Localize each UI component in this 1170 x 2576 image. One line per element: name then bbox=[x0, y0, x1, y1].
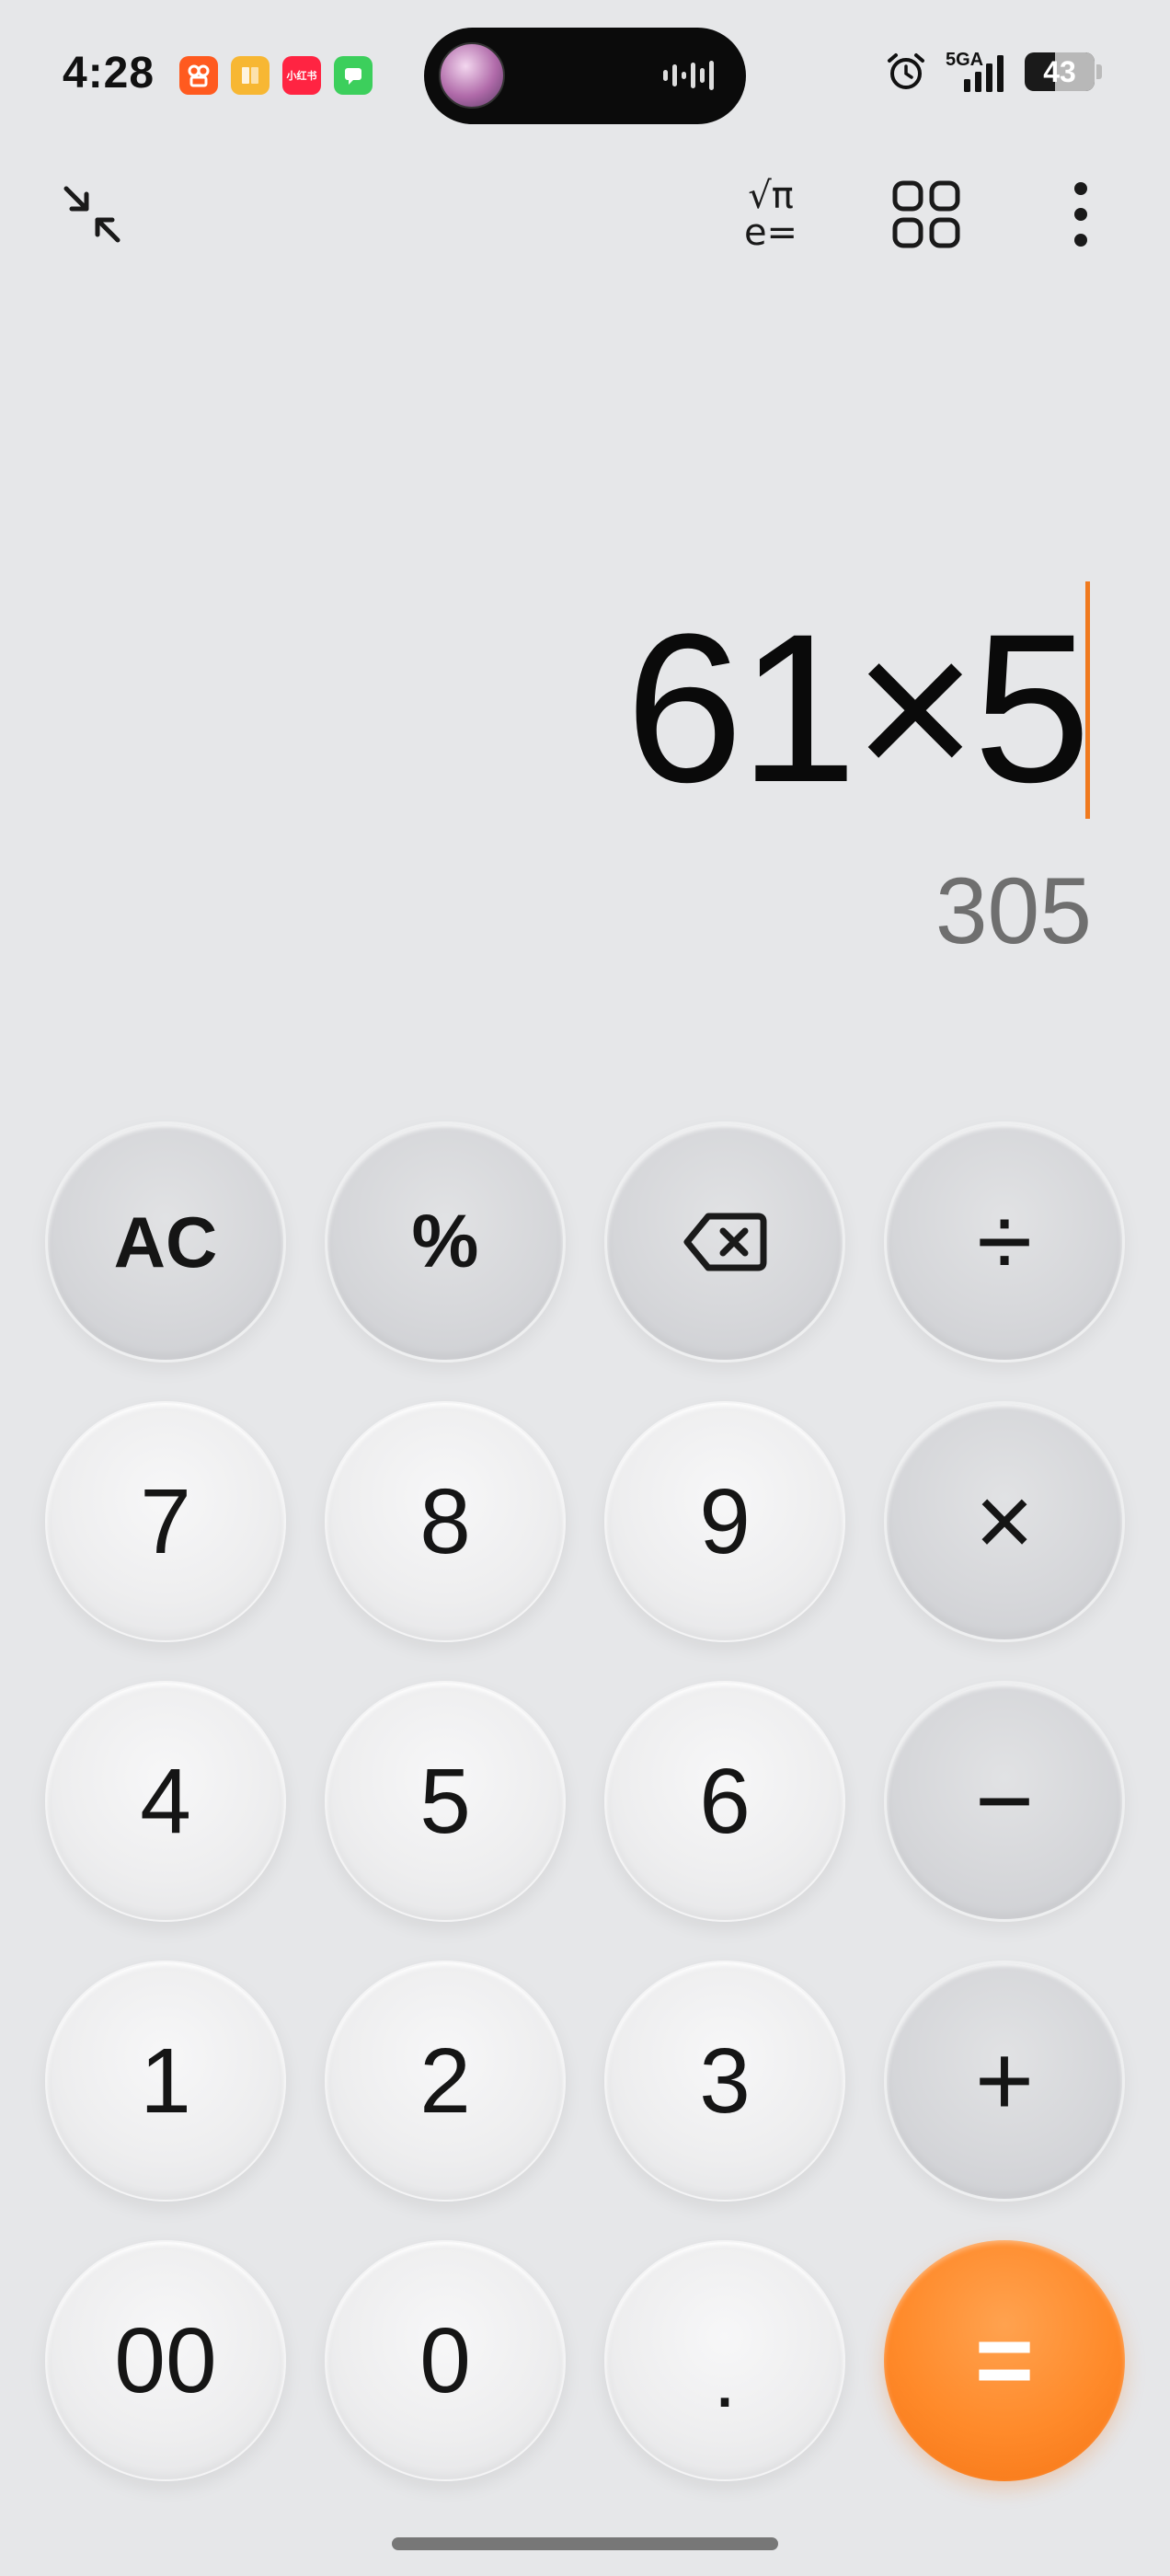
backspace-icon bbox=[683, 1213, 767, 1271]
backspace-button[interactable] bbox=[604, 1121, 845, 1363]
battery-indicator: 43 bbox=[1025, 52, 1095, 91]
app-notification-icon-1 bbox=[179, 56, 218, 95]
digit-7-button[interactable]: 7 bbox=[45, 1401, 286, 1642]
app-notification-icon-3: 小红书 bbox=[282, 56, 321, 95]
app-notification-icon-4 bbox=[334, 56, 373, 95]
keypad: AC % ÷ 7 8 9 × 4 5 6 − 1 2 3 + 00 0 . = bbox=[45, 1121, 1125, 2481]
digit-8-label: 8 bbox=[419, 1470, 471, 1573]
digit-6-button[interactable]: 6 bbox=[604, 1681, 845, 1922]
app-notification-label: 小红书 bbox=[286, 70, 317, 82]
scientific-glyph-bottom: e= bbox=[743, 211, 798, 254]
decimal-button[interactable]: . bbox=[604, 2240, 845, 2481]
more-options-button[interactable] bbox=[1030, 166, 1131, 262]
multiply-label: × bbox=[974, 1465, 1035, 1578]
divide-button[interactable]: ÷ bbox=[884, 1121, 1125, 1363]
decimal-label: . bbox=[713, 2333, 737, 2425]
all-clear-button[interactable]: AC bbox=[45, 1121, 286, 1363]
digit-7-label: 7 bbox=[140, 1470, 191, 1573]
status-right-group: 5GA 43 bbox=[885, 50, 1102, 94]
digit-5-label: 5 bbox=[419, 1750, 471, 1853]
digit-3-button[interactable]: 3 bbox=[604, 1961, 845, 2202]
all-clear-label: AC bbox=[113, 1202, 218, 1282]
signal-bars-icon bbox=[964, 55, 1004, 92]
grid-icon bbox=[892, 180, 960, 247]
text-cursor bbox=[1085, 581, 1090, 819]
double-zero-button[interactable]: 00 bbox=[45, 2240, 286, 2481]
result-preview: 305 bbox=[935, 858, 1092, 963]
calculator-toolbar: √π e= bbox=[0, 166, 1170, 262]
cellular-signal: 5GA bbox=[944, 50, 1008, 94]
digit-3-label: 3 bbox=[699, 2030, 751, 2133]
status-bar: 4:28 小红书 5GA 43 bbox=[0, 0, 1170, 152]
minus-button[interactable]: − bbox=[884, 1681, 1125, 1922]
scientific-glyph-top: √π bbox=[748, 174, 794, 217]
equals-label: = bbox=[974, 2304, 1035, 2417]
expression-display[interactable]: 61×5 bbox=[625, 570, 1091, 846]
digit-9-button[interactable]: 9 bbox=[604, 1401, 845, 1642]
plus-button[interactable]: + bbox=[884, 1961, 1125, 2202]
digit-1-button[interactable]: 1 bbox=[45, 1961, 286, 2202]
digit-0-label: 0 bbox=[419, 2309, 471, 2412]
digit-8-button[interactable]: 8 bbox=[325, 1401, 566, 1642]
battery-level-text: 43 bbox=[1043, 54, 1076, 88]
digit-4-button[interactable]: 4 bbox=[45, 1681, 286, 1922]
converter-button[interactable] bbox=[876, 166, 977, 262]
scientific-mode-button[interactable]: √π e= bbox=[720, 166, 821, 262]
more-vertical-icon bbox=[1074, 181, 1087, 247]
plus-label: + bbox=[974, 2024, 1035, 2137]
digit-0-button[interactable]: 0 bbox=[325, 2240, 566, 2481]
equals-button[interactable]: = bbox=[884, 2240, 1125, 2481]
minus-label: − bbox=[974, 1744, 1035, 1857]
minimize-arrows-icon bbox=[63, 186, 120, 242]
dynamic-island[interactable] bbox=[424, 28, 746, 124]
app-notification-icon-2 bbox=[231, 56, 270, 95]
divide-label: ÷ bbox=[976, 1185, 1033, 1298]
percent-label: % bbox=[411, 1200, 479, 1283]
digit-2-button[interactable]: 2 bbox=[325, 1961, 566, 2202]
multiply-button[interactable]: × bbox=[884, 1401, 1125, 1642]
minimize-button[interactable] bbox=[41, 166, 143, 262]
status-time: 4:28 bbox=[63, 49, 155, 98]
digit-4-label: 4 bbox=[140, 1750, 191, 1853]
home-indicator[interactable] bbox=[392, 2537, 778, 2550]
music-album-art[interactable] bbox=[439, 42, 505, 109]
digit-1-label: 1 bbox=[140, 2030, 191, 2133]
digit-5-button[interactable]: 5 bbox=[325, 1681, 566, 1922]
double-zero-label: 00 bbox=[114, 2309, 217, 2412]
notification-icons: 小红书 bbox=[179, 56, 373, 95]
audio-waveform-icon bbox=[663, 61, 714, 90]
digit-2-label: 2 bbox=[419, 2030, 471, 2133]
digit-9-label: 9 bbox=[699, 1470, 751, 1573]
digit-6-label: 6 bbox=[699, 1750, 751, 1853]
scientific-mode-icon: √π e= bbox=[744, 178, 797, 251]
alarm-clock-icon bbox=[888, 53, 924, 89]
battery-cap bbox=[1096, 64, 1102, 79]
percent-button[interactable]: % bbox=[325, 1121, 566, 1363]
